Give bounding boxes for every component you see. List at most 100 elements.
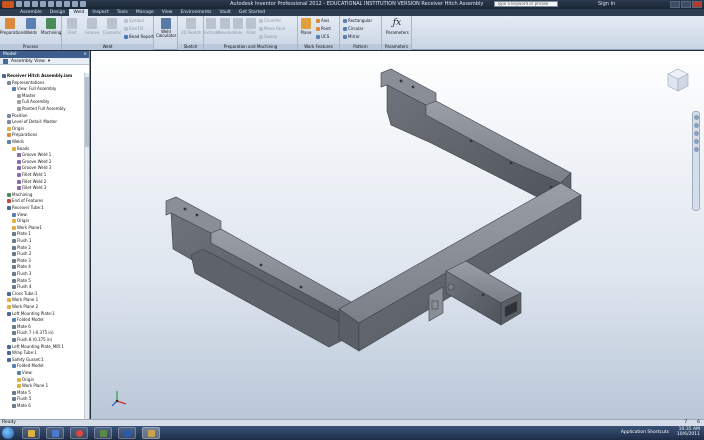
taskbar-inventor[interactable]: [142, 427, 160, 439]
tree-item[interactable]: Mate 6: [12, 403, 31, 409]
tree-item[interactable]: Mate 6: [12, 324, 31, 330]
revolve-button[interactable]: Revolve: [218, 18, 234, 35]
tree-item[interactable]: Groove Weld 3: [17, 165, 51, 171]
welds-button[interactable]: Welds: [21, 18, 41, 35]
start-button[interactable]: [2, 427, 14, 439]
close-icon[interactable]: ×: [83, 51, 87, 58]
parameters-button[interactable]: ƒx Parameters: [386, 18, 409, 35]
plane-button[interactable]: Plane: [298, 18, 314, 35]
tree-item[interactable]: Fillet Weld 2: [17, 179, 46, 185]
tree-item[interactable]: Left Mounting Plate_MIR:1: [7, 344, 64, 350]
tree-item[interactable]: Receiver Hitch Assembly.iam: [2, 73, 72, 79]
tab-environments[interactable]: Environments: [176, 9, 215, 16]
2d-sketch-button[interactable]: 2D Sketch: [181, 18, 201, 35]
close-button[interactable]: [692, 1, 702, 8]
filter-icon[interactable]: [3, 58, 8, 64]
look-at-icon[interactable]: [693, 147, 699, 152]
tree-item[interactable]: Plate 2: [12, 245, 31, 251]
sweep-button[interactable]: Sweep: [259, 34, 277, 39]
zoom-icon[interactable]: [693, 131, 699, 136]
sign-in-link[interactable]: Sign In: [598, 1, 615, 7]
tree-item[interactable]: Safety Gusset:1: [7, 357, 44, 363]
tree-item[interactable]: Full Assembly: [17, 99, 49, 105]
redo-icon[interactable]: [48, 1, 54, 7]
tree-item[interactable]: Welds: [7, 139, 24, 145]
chamfer-button[interactable]: Chamfer: [259, 18, 281, 23]
tab-tools[interactable]: Tools: [113, 9, 132, 16]
appearance-icon[interactable]: [80, 1, 86, 7]
maximize-button[interactable]: [681, 1, 691, 8]
preparations-button[interactable]: Preparations: [0, 18, 25, 35]
tree-item[interactable]: Beads: [12, 146, 29, 152]
orbit-icon[interactable]: [693, 139, 699, 144]
extrude-button[interactable]: Extrude: [204, 18, 220, 35]
tree-item[interactable]: Flush 5: [12, 396, 31, 402]
tree-item[interactable]: End of Features: [7, 198, 43, 204]
tree-item[interactable]: Flush 8 (0.375 in): [12, 337, 52, 343]
tree-item[interactable]: View:: [17, 370, 33, 376]
view-selector[interactable]: Assembly View: [11, 58, 45, 65]
tree-item[interactable]: Position: [7, 113, 28, 119]
taskbar-media[interactable]: [46, 427, 64, 439]
clock[interactable]: 10:35 AM 10/6/2011: [677, 427, 700, 437]
tree-item[interactable]: View:: [12, 212, 28, 218]
move-face-button[interactable]: Move Face: [259, 26, 285, 31]
tree-item[interactable]: Flush 1: [12, 238, 31, 244]
tree-item[interactable]: Groove Weld 2: [17, 159, 51, 165]
steering-wheel-icon[interactable]: [693, 115, 699, 120]
mirror-button[interactable]: Mirror: [343, 34, 360, 39]
tree-item[interactable]: Cross Tube:1: [7, 291, 38, 297]
save-icon[interactable]: [32, 1, 38, 7]
home-icon[interactable]: [56, 1, 62, 7]
tree-item[interactable]: Machining: [7, 192, 32, 198]
tree-item[interactable]: Fillet Weld 3: [17, 185, 46, 191]
weld-calculator-button[interactable]: Weld Calculator: [156, 18, 176, 38]
tree-item[interactable]: Flush 4: [12, 284, 31, 290]
tree-item[interactable]: Folded Model: [12, 317, 44, 323]
rectangular-pattern-button[interactable]: Rectangular: [343, 18, 372, 23]
fillet-button[interactable]: Fillet: [245, 18, 257, 35]
scrollbar-thumb[interactable]: [85, 77, 89, 147]
new-icon[interactable]: [16, 1, 22, 7]
browser-scrollbar[interactable]: [84, 73, 89, 419]
application-shortcuts[interactable]: Application Shortcuts: [621, 430, 669, 435]
tree-item[interactable]: View: Full Assembly: [12, 86, 56, 92]
tree-item[interactable]: Fillet Weld 1: [17, 172, 46, 178]
cosmetic-weld-button[interactable]: Cosmetic: [102, 18, 122, 35]
tree-item[interactable]: Plate 3: [12, 258, 31, 264]
tree-item[interactable]: Work Plane 1: [17, 383, 48, 389]
left-mounting-plate[interactable]: [165, 196, 354, 348]
tree-item[interactable]: Level of Detail: Master: [7, 119, 57, 125]
tree-item[interactable]: Preparations: [7, 132, 37, 138]
tab-weld[interactable]: Weld: [69, 9, 89, 16]
symbol-button[interactable]: Symbol: [124, 18, 144, 23]
minimize-button[interactable]: [670, 1, 680, 8]
tree-item[interactable]: Plate 5: [12, 278, 31, 284]
navigation-bar[interactable]: [692, 111, 700, 211]
tree-item[interactable]: Origin: [7, 126, 24, 132]
pan-icon[interactable]: [693, 123, 699, 128]
tab-view[interactable]: View: [158, 9, 177, 16]
tree-item[interactable]: Plate 4: [12, 264, 31, 270]
receiver-hitch-model[interactable]: [91, 51, 704, 419]
tree-item[interactable]: Mate 5: [12, 390, 31, 396]
taskbar-explorer[interactable]: [22, 427, 40, 439]
fillet-weld-button[interactable]: Fillet: [62, 18, 82, 35]
taskbar-chrome[interactable]: [70, 427, 88, 439]
taskbar-word[interactable]: [118, 427, 136, 439]
tree-item[interactable]: Work Plane1: [12, 225, 42, 231]
open-icon[interactable]: [24, 1, 30, 7]
point-button[interactable]: Point: [316, 26, 331, 31]
tab-assemble[interactable]: Assemble: [16, 9, 46, 16]
chevron-down-icon[interactable]: ▾: [48, 58, 50, 65]
tree-item[interactable]: Flush 3: [12, 271, 31, 277]
tab-get-started[interactable]: Get Started: [235, 9, 269, 16]
circular-pattern-button[interactable]: Circular: [343, 26, 363, 31]
graphics-viewport[interactable]: [91, 51, 704, 419]
tree-item[interactable]: Receiver Tube:1: [7, 205, 44, 211]
tree-item[interactable]: Work Plane 2: [7, 304, 38, 310]
tree-item[interactable]: Origin: [17, 377, 34, 383]
tab-design[interactable]: Design: [46, 9, 70, 16]
tree-item[interactable]: Groove Weld 1: [17, 152, 51, 158]
bead-report-button[interactable]: Bead Report: [124, 34, 154, 39]
